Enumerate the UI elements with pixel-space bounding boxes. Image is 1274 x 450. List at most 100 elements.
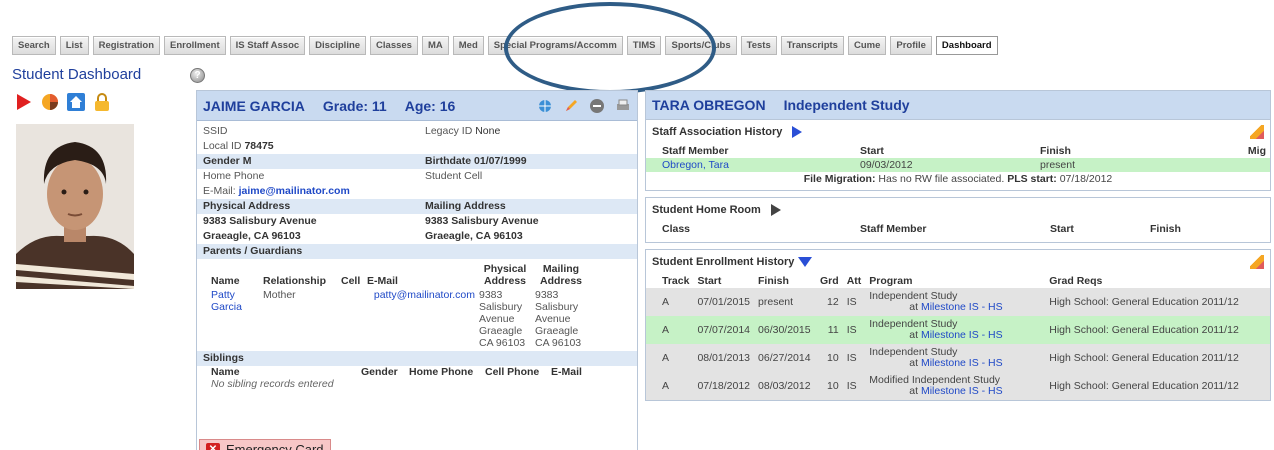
emergency-card-button[interactable]: ✕ Emergency Card (199, 439, 331, 450)
play-icon[interactable] (14, 92, 34, 112)
legacy-id-value: None (475, 125, 501, 137)
enroll-grade: 10 (816, 372, 843, 400)
guardian-email-link[interactable]: patty@mailinator.com (367, 289, 479, 349)
staff-header-finish: Finish (1040, 145, 1071, 157)
pencil-icon[interactable] (1250, 125, 1264, 139)
tab-sports-clubs[interactable]: Sports/Clubs (665, 36, 737, 55)
enroll-grad-reqs: High School: General Education 2011/12 (1045, 372, 1270, 400)
tab-cume[interactable]: Cume (847, 36, 887, 55)
globe-edit-icon[interactable] (537, 98, 553, 114)
quick-action-icons (14, 92, 112, 112)
tab-profile[interactable]: Profile (890, 36, 932, 55)
staff-member-link[interactable]: Obregon, Tara (646, 158, 856, 172)
enroll-school-link[interactable]: Milestone IS - HS (921, 357, 1003, 369)
tab-tims[interactable]: TIMS (626, 36, 662, 55)
tab-enrollment[interactable]: Enrollment (164, 36, 226, 55)
student-grade: Grade: 11 (322, 97, 387, 114)
enroll-at-label: at (909, 357, 919, 369)
tab-med[interactable]: Med (452, 36, 484, 55)
address-line1-row: 9383 Salisbury Avenue 9383 Salisbury Ave… (197, 214, 637, 229)
sibling-header-gender: Gender (361, 366, 398, 378)
email-row: E-Mail: jaime@mailinator.com (197, 184, 637, 199)
enroll-grad-reqs: High School: General Education 2011/12 (1045, 316, 1270, 344)
tab-classes[interactable]: Classes (370, 36, 418, 55)
gender-label: Gender (203, 155, 240, 167)
pls-start-label: PLS start: (1007, 173, 1057, 185)
tab-is-staff-assoc[interactable]: IS Staff Assoc (229, 36, 306, 55)
mailing-address-line1: 9383 Salisbury Avenue (425, 215, 539, 227)
tab-special-programs-accomm[interactable]: Special Programs/Accomm (487, 36, 623, 55)
guardian-physical-address: 9383 Salisbury Avenue Graeagle CA 96103 (479, 289, 526, 349)
sibling-empty-message: No sibling records entered (211, 378, 334, 390)
file-migration-row: File Migration: Has no RW file associate… (646, 172, 1270, 190)
homeroom-header-finish: Finish (1150, 223, 1181, 235)
enroll-header-grad-reqs: Grad Reqs (1049, 275, 1103, 287)
tab-ma[interactable]: MA (421, 36, 449, 55)
help-icon[interactable]: ? (190, 68, 205, 83)
enroll-program: Independent Study at Milestone IS - HS (865, 288, 1046, 316)
tab-list[interactable]: List (59, 36, 89, 55)
staff-finish: present (1036, 158, 1216, 172)
enroll-header-grd: Grd (820, 275, 839, 287)
enrollment-title-row: Student Enrollment History (646, 250, 1270, 274)
tab-search[interactable]: Search (12, 36, 56, 55)
physical-address-label: Physical Address (203, 200, 291, 212)
tab-discipline[interactable]: Discipline (309, 36, 367, 55)
staff-association-table: Staff Member Start Finish Mig Obregon, T… (646, 144, 1270, 172)
lock-icon[interactable] (92, 92, 112, 112)
expand-arrow-icon[interactable] (770, 204, 781, 216)
minus-icon[interactable] (589, 98, 605, 114)
guardian-mailing-address: 9383 Salisbury Avenue Graeagle CA 96103 (535, 289, 582, 349)
pie-chart-icon[interactable] (40, 92, 60, 112)
tab-transcripts[interactable]: Transcripts (780, 36, 844, 55)
student-age: Age: 16 (404, 97, 456, 114)
print-icon[interactable] (615, 98, 631, 114)
tab-tests[interactable]: Tests (740, 36, 777, 55)
birthdate-value: 01/07/1999 (474, 155, 527, 167)
enroll-school-link[interactable]: Milestone IS - HS (921, 329, 1003, 341)
enroll-header-start: Start (697, 275, 722, 287)
enroll-school-link[interactable]: Milestone IS - HS (921, 301, 1003, 313)
collapse-arrow-icon[interactable] (798, 257, 813, 267)
teacher-name: TARA OBREGON (652, 97, 766, 113)
tab-bar: Search List Registration Enrollment IS Staff… (12, 36, 998, 55)
guardian-name-link[interactable]: Patty Garcia (211, 289, 263, 349)
physical-address-line2: Graeagle, CA 96103 (203, 230, 301, 242)
expand-arrow-icon[interactable] (792, 126, 803, 138)
legacy-id-label: Legacy ID (425, 125, 473, 137)
sibling-header-cell: Cell Phone (485, 366, 540, 378)
enroll-grade: 11 (816, 316, 843, 344)
home-phone-label: Home Phone (203, 170, 265, 182)
address-line2-row: Graeagle, CA 96103 Graeagle, CA 96103 (197, 229, 637, 244)
table-row: A 07/18/2012 08/03/2012 10 IS Modified Indepe… (646, 372, 1270, 400)
siblings-heading: Siblings (197, 351, 637, 366)
enroll-header-finish: Finish (758, 275, 789, 287)
enrollment-title: Student Enrollment History (652, 256, 795, 268)
student-header: JAIME GARCIA Grade: 11 Age: 16 (197, 91, 637, 121)
tab-registration[interactable]: Registration (92, 36, 161, 55)
pls-start-value: 07/18/2012 (1059, 173, 1113, 185)
guardian-header-physical: Physical Address (483, 263, 527, 287)
email-link[interactable]: jaime@mailinator.com (239, 184, 350, 199)
home-icon[interactable] (66, 92, 86, 112)
guardian-header-mailing: Mailing Address (539, 263, 582, 287)
enroll-school-link[interactable]: Milestone IS - HS (921, 385, 1003, 397)
teacher-panel: TARA OBREGON Independent Study Staff Ass… (645, 90, 1271, 450)
teacher-program: Independent Study (783, 97, 910, 113)
pencil-icon[interactable] (563, 98, 579, 114)
guardian-header-email: E-Mail (367, 275, 398, 287)
page-title: Student Dashboard (12, 66, 142, 83)
pencil-icon[interactable] (1250, 255, 1264, 269)
local-id-value: 78475 (244, 140, 274, 152)
enroll-grad-reqs: High School: General Education 2011/12 (1045, 344, 1270, 372)
staff-header-start: Start (860, 145, 884, 157)
enrollment-table: Track Start Finish Grd Att Program Grad … (646, 274, 1270, 400)
tab-dashboard[interactable]: Dashboard (935, 36, 998, 55)
file-migration-text: Has no RW file associated. (878, 173, 1005, 185)
guardian-relationship: Mother (263, 289, 296, 301)
guardian-header-cell: Cell (341, 275, 361, 287)
guardian-table: Name Relationship Cell E-Mail Physical A… (197, 259, 637, 351)
staff-header-mig: Mig (1247, 145, 1266, 157)
enroll-att: IS (842, 316, 866, 344)
enroll-program: Independent Study at Milestone IS - HS (865, 316, 1046, 344)
